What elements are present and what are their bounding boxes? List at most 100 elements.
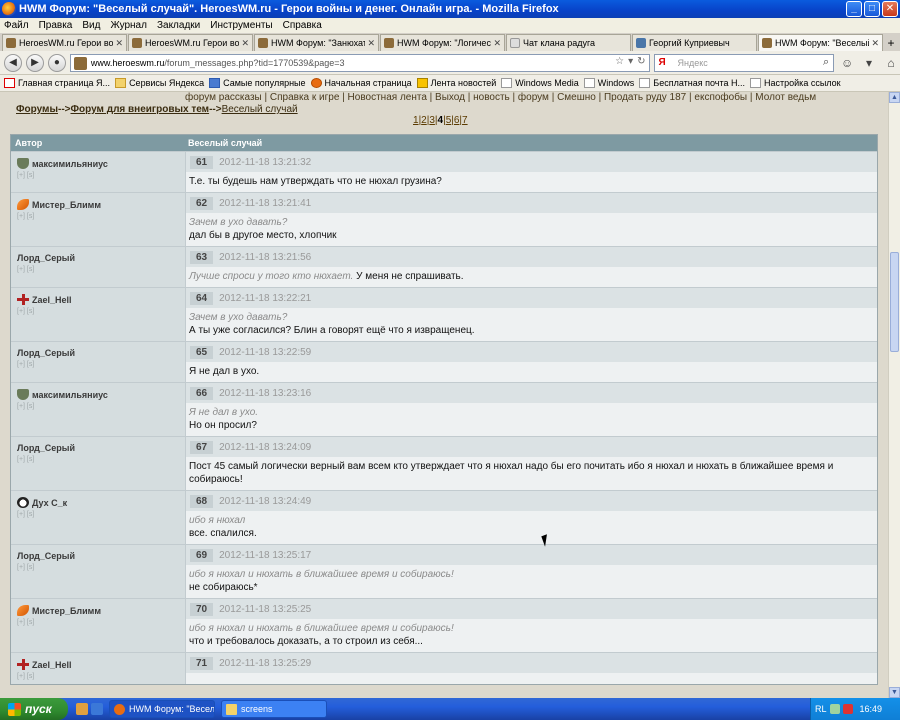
post-number-link[interactable]: 63 bbox=[190, 250, 214, 264]
author-name-link[interactable]: Лорд_Серый bbox=[17, 551, 75, 561]
author-name-link[interactable]: Лорд_Серый bbox=[17, 253, 75, 263]
post-number-link[interactable]: 62 bbox=[190, 196, 214, 210]
network-icon[interactable] bbox=[829, 704, 840, 714]
tab-vk-profile[interactable]: Георгий Куприевыч bbox=[632, 34, 757, 51]
author-name-link[interactable]: Zael_Hell bbox=[32, 295, 72, 305]
dropdown-arrow-icon[interactable]: ▾ bbox=[860, 54, 878, 72]
author-actions[interactable]: [+] [s] bbox=[17, 511, 181, 518]
close-button[interactable]: ✕ bbox=[882, 1, 898, 17]
author-name-link[interactable]: Лорд_Серый bbox=[17, 443, 75, 453]
post-number-link[interactable]: 61 bbox=[190, 155, 214, 169]
clan-badge-icon[interactable] bbox=[17, 199, 29, 210]
author-actions[interactable]: [+] [s] bbox=[17, 619, 181, 626]
bookmark-windows[interactable]: Windows bbox=[583, 78, 634, 88]
bookmark-yandex-home[interactable]: Главная страница Я... bbox=[4, 78, 110, 88]
post-number-link[interactable]: 64 bbox=[190, 291, 214, 305]
reload-icon[interactable]: ↻ bbox=[637, 56, 645, 67]
author-actions[interactable]: [+] [s] bbox=[17, 361, 181, 368]
window-titlebar[interactable]: HWM Форум: "Веселый случай". HeroesWM.ru… bbox=[0, 0, 900, 18]
forward-button[interactable]: ▶ bbox=[25, 53, 44, 72]
search-bar[interactable]: Я Яндекс ⌕ bbox=[654, 53, 835, 72]
author-actions[interactable]: [+] [s] bbox=[17, 308, 181, 315]
breadcrumb-topic-link[interactable]: Веселый случай bbox=[222, 104, 298, 115]
post-number-link[interactable]: 66 bbox=[190, 386, 214, 400]
page-link-2[interactable]: 2 bbox=[421, 115, 427, 126]
breadcrumb-forums-link[interactable]: Форумы bbox=[16, 104, 58, 115]
author-actions[interactable]: [+] [s] bbox=[17, 266, 181, 273]
author-actions[interactable]: [+] [s] bbox=[17, 456, 181, 463]
addon-smiley-icon[interactable]: ☺ bbox=[838, 54, 856, 72]
new-tab-button[interactable]: + bbox=[884, 35, 898, 51]
tab-close-icon[interactable]: ✕ bbox=[871, 38, 879, 49]
maximize-button[interactable]: □ bbox=[864, 1, 880, 17]
page-link-1[interactable]: 1 bbox=[413, 115, 419, 126]
tab-close-icon[interactable]: ✕ bbox=[493, 38, 501, 49]
bookmark-link-settings[interactable]: Настройка ссылок bbox=[750, 78, 841, 88]
author-actions[interactable]: [+] [s] bbox=[17, 673, 181, 680]
antivirus-icon[interactable] bbox=[842, 704, 853, 714]
bookmark-start-page[interactable]: Начальная страница bbox=[310, 78, 412, 88]
home-page-icon-button[interactable]: ● bbox=[47, 53, 66, 72]
tab-forum-zanyuhat[interactable]: HWM Форум: "Занюхать"...✕ bbox=[254, 34, 379, 51]
post-number-link[interactable]: 70 bbox=[190, 602, 214, 616]
taskbar-firefox-window[interactable]: HWM Форум: "Весел... bbox=[109, 700, 215, 718]
scroll-thumb[interactable] bbox=[890, 252, 899, 352]
author-name-link[interactable]: Мистер_Блимм bbox=[32, 606, 101, 616]
page-link-3[interactable]: 3 bbox=[429, 115, 435, 126]
menu-bookmarks[interactable]: Закладки bbox=[157, 20, 200, 31]
author-name-link[interactable]: Лорд_Серый bbox=[17, 348, 75, 358]
author-actions[interactable]: [+] [s] bbox=[17, 172, 181, 179]
home-icon[interactable]: ⌂ bbox=[882, 54, 900, 72]
tab-heroeswm-2[interactable]: HeroesWM.ru Герои войн...✕ bbox=[128, 34, 253, 51]
post-number-link[interactable]: 68 bbox=[190, 494, 214, 508]
bookmark-free-mail[interactable]: Бесплатная почта H... bbox=[639, 78, 745, 88]
tab-close-icon[interactable]: ✕ bbox=[115, 38, 123, 49]
author-name-link[interactable]: Дух С_к bbox=[32, 498, 67, 508]
page-link-6[interactable]: 6 bbox=[454, 115, 460, 126]
clan-badge-icon[interactable] bbox=[17, 605, 29, 616]
tab-forum-logic[interactable]: HWM Форум: "Логическо...✕ bbox=[380, 34, 505, 51]
bookmark-windows-media[interactable]: Windows Media bbox=[501, 78, 579, 88]
tab-heroeswm-1[interactable]: HeroesWM.ru Герои войн...✕ bbox=[2, 34, 127, 51]
post-number-link[interactable]: 65 bbox=[190, 345, 214, 359]
bookmark-news-feed[interactable]: Лента новостей bbox=[416, 78, 496, 88]
clan-badge-icon[interactable] bbox=[17, 389, 29, 400]
menu-edit[interactable]: Правка bbox=[39, 20, 73, 31]
bookmark-star-icon[interactable]: ☆ bbox=[615, 56, 624, 67]
tab-close-icon[interactable]: ✕ bbox=[241, 38, 249, 49]
menu-file[interactable]: Файл bbox=[4, 20, 29, 31]
scroll-down-icon[interactable]: ▼ bbox=[889, 687, 900, 698]
author-actions[interactable]: [+] [s] bbox=[17, 564, 181, 571]
author-name-link[interactable]: максимильяниус bbox=[32, 159, 108, 169]
quick-launch-icon[interactable] bbox=[76, 703, 88, 715]
clan-badge-icon[interactable] bbox=[17, 158, 29, 169]
post-number-link[interactable]: 67 bbox=[190, 440, 214, 454]
bookmark-yandex-services[interactable]: Сервисы Яндекса bbox=[115, 78, 204, 88]
url-bar[interactable]: www.heroeswm.ru/forum_messages.php?tid=1… bbox=[69, 53, 651, 72]
scroll-up-icon[interactable]: ▲ bbox=[889, 92, 900, 103]
menu-history[interactable]: Журнал bbox=[110, 20, 147, 31]
start-button[interactable]: пуск bbox=[0, 698, 68, 720]
author-name-link[interactable]: максимильяниус bbox=[32, 390, 108, 400]
author-actions[interactable]: [+] [s] bbox=[17, 213, 181, 220]
page-link-5[interactable]: 5 bbox=[446, 115, 452, 126]
back-button[interactable]: ◀ bbox=[4, 53, 22, 72]
search-icon[interactable]: ⌕ bbox=[823, 56, 829, 69]
tab-forum-funny-case[interactable]: HWM Форум: "Веселый с...✕ bbox=[758, 34, 883, 51]
quick-launch-icon[interactable] bbox=[91, 703, 103, 715]
clan-badge-icon[interactable] bbox=[17, 659, 29, 670]
author-actions[interactable]: [+] [s] bbox=[17, 403, 181, 410]
author-name-link[interactable]: Мистер_Блимм bbox=[32, 200, 101, 210]
clan-badge-icon[interactable] bbox=[17, 294, 29, 305]
minimize-button[interactable]: _ bbox=[846, 1, 862, 17]
menu-view[interactable]: Вид bbox=[82, 20, 100, 31]
menu-tools[interactable]: Инструменты bbox=[210, 20, 272, 31]
breadcrumb-section-link[interactable]: Форум для внеигровых тем bbox=[71, 104, 210, 115]
tab-close-icon[interactable]: ✕ bbox=[367, 38, 375, 49]
page-link-7[interactable]: 7 bbox=[462, 115, 468, 126]
clan-badge-icon[interactable] bbox=[17, 497, 29, 508]
dropdown-icon[interactable]: ▾ bbox=[628, 56, 633, 67]
post-number-link[interactable]: 69 bbox=[190, 548, 214, 562]
language-indicator[interactable]: RL bbox=[815, 704, 827, 714]
page-scrollbar[interactable]: ▲ ▼ bbox=[888, 92, 900, 698]
